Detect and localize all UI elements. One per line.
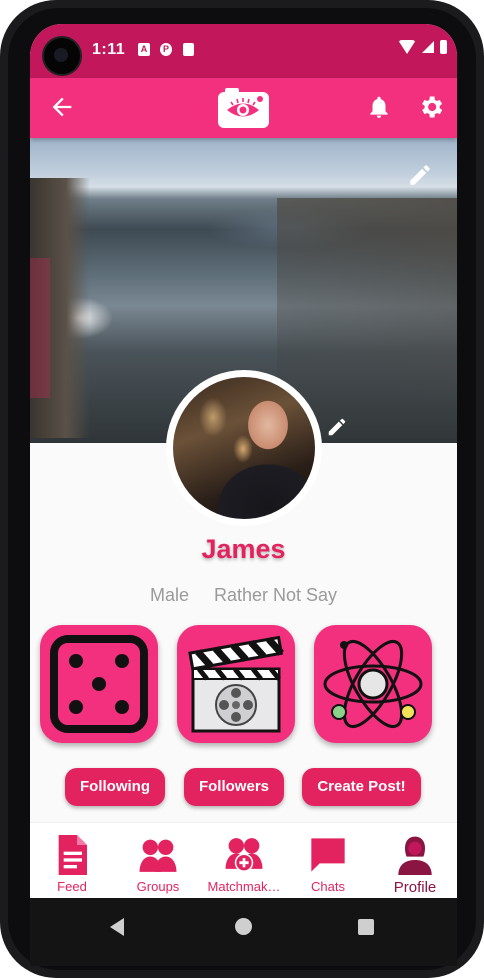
interest-movies[interactable]: [177, 625, 295, 743]
profile-orientation: Rather Not Say: [213, 585, 338, 605]
nav-groups[interactable]: Groups: [128, 823, 188, 899]
system-recents-icon[interactable]: [358, 919, 374, 935]
profile-name: James: [201, 534, 286, 564]
nav-feed[interactable]: Feed: [42, 823, 102, 899]
system-nav-bar: [30, 898, 457, 966]
profile-icon: [398, 836, 432, 875]
pencil-icon[interactable]: [326, 416, 348, 438]
dice-icon: [50, 635, 148, 733]
interest-dice[interactable]: [40, 625, 158, 743]
clapperboard-film-icon: [188, 635, 284, 733]
bell-icon[interactable]: [366, 94, 392, 120]
sd-card-icon: [183, 43, 194, 56]
matchmaking-icon: [225, 838, 263, 872]
nav-label: Chats: [311, 879, 345, 894]
nav-chats[interactable]: Chats: [300, 823, 356, 899]
status-bar: 1:11 A P: [30, 24, 457, 78]
followers-button[interactable]: Followers: [184, 768, 284, 806]
system-back-icon[interactable]: [110, 918, 124, 936]
system-home-icon[interactable]: [235, 918, 252, 935]
interest-science[interactable]: [314, 625, 432, 743]
following-button[interactable]: Following: [65, 768, 165, 806]
groups-icon: [139, 839, 177, 872]
battery-icon: [440, 40, 447, 54]
app-screen: 1:11 A P James Male Rather Not Say Follo…: [30, 24, 457, 966]
document-icon: [58, 835, 87, 875]
arrow-left-icon[interactable]: [48, 93, 76, 121]
status-time: 1:11: [92, 41, 126, 58]
pencil-icon[interactable]: [407, 162, 433, 188]
atom-icon: [323, 639, 423, 729]
cover-tint: [30, 258, 50, 398]
wifi-icon: [398, 40, 416, 54]
status-right: [398, 40, 447, 54]
nav-label: Profile: [393, 879, 437, 896]
avatar-ring: [166, 370, 322, 526]
nav-matchmaking[interactable]: Matchmak…: [206, 823, 282, 899]
nav-label: Feed: [57, 879, 87, 894]
app-bar: [30, 78, 457, 138]
signal-icon: [422, 41, 434, 53]
profile-gender: Male: [149, 585, 189, 605]
gear-icon[interactable]: [417, 93, 445, 121]
nav-label: Matchmak…: [207, 879, 281, 894]
profile-meta: Male Rather Not Say: [30, 585, 457, 606]
chat-bubble-icon: [311, 838, 345, 872]
avatar[interactable]: [173, 377, 315, 519]
nav-label: Groups: [136, 879, 180, 894]
camera-eye-logo: [218, 88, 269, 128]
a-icon: A: [138, 43, 150, 56]
nav-profile[interactable]: Profile: [385, 823, 445, 899]
bottom-nav: Feed Groups Matchmak… Chats Profile: [30, 822, 457, 899]
front-camera: [42, 36, 82, 76]
create-post-button[interactable]: Create Post!: [302, 768, 421, 806]
p-icon: P: [160, 43, 172, 56]
